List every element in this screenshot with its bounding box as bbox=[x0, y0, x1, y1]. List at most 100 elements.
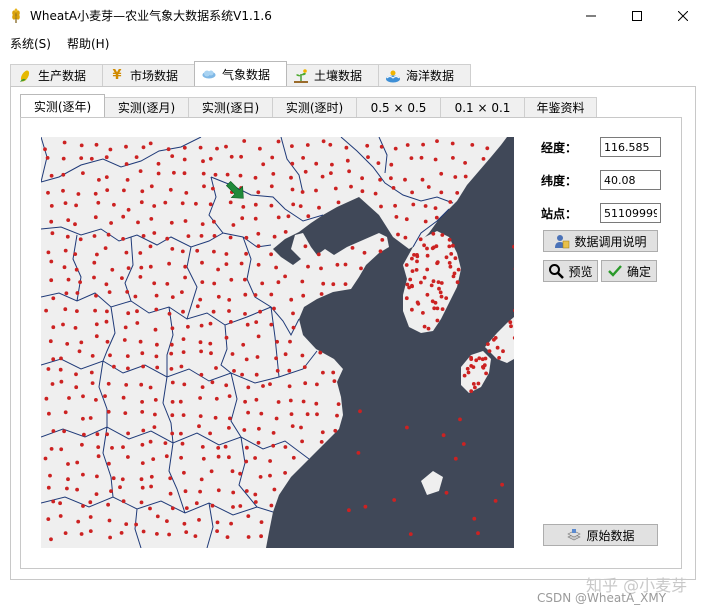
station-marker[interactable] bbox=[419, 155, 424, 160]
station-marker[interactable] bbox=[229, 320, 233, 324]
station-marker[interactable] bbox=[415, 259, 419, 264]
station-marker[interactable] bbox=[49, 173, 54, 178]
station-marker[interactable] bbox=[89, 156, 94, 161]
station-marker[interactable] bbox=[138, 169, 143, 173]
station-marker[interactable] bbox=[213, 172, 218, 177]
station-marker[interactable] bbox=[112, 364, 116, 369]
station-marker[interactable] bbox=[242, 428, 247, 432]
station-marker[interactable] bbox=[303, 169, 308, 174]
station-marker[interactable] bbox=[223, 444, 228, 449]
station-marker[interactable] bbox=[403, 235, 408, 240]
station-marker[interactable] bbox=[140, 351, 145, 356]
station-marker[interactable] bbox=[319, 266, 323, 271]
station-marker[interactable] bbox=[118, 485, 122, 490]
station-marker[interactable] bbox=[149, 484, 153, 489]
station-marker[interactable] bbox=[288, 398, 293, 403]
station-marker[interactable] bbox=[270, 155, 275, 160]
station-marker[interactable] bbox=[301, 399, 306, 404]
station-marker[interactable] bbox=[405, 425, 409, 430]
station-marker[interactable] bbox=[179, 455, 184, 460]
station-marker[interactable] bbox=[271, 443, 276, 448]
station-marker[interactable] bbox=[49, 219, 54, 224]
station-marker[interactable] bbox=[283, 445, 288, 449]
station-marker[interactable] bbox=[78, 280, 82, 284]
station-marker[interactable] bbox=[76, 519, 81, 524]
station-marker[interactable] bbox=[51, 325, 56, 330]
tab-grid-05[interactable]: 0.5 × 0.5 bbox=[356, 97, 441, 117]
station-marker[interactable] bbox=[253, 216, 258, 221]
station-marker[interactable] bbox=[435, 318, 440, 323]
station-marker[interactable] bbox=[420, 177, 425, 182]
station-marker[interactable] bbox=[183, 275, 188, 280]
station-marker[interactable] bbox=[436, 280, 441, 284]
station-marker[interactable] bbox=[393, 203, 397, 208]
station-marker[interactable] bbox=[166, 147, 171, 152]
station-marker[interactable] bbox=[253, 456, 257, 460]
station-marker[interactable] bbox=[239, 261, 244, 266]
station-marker[interactable] bbox=[447, 244, 452, 249]
station-marker[interactable] bbox=[269, 252, 273, 257]
station-marker[interactable] bbox=[140, 485, 145, 490]
station-marker[interactable] bbox=[238, 173, 243, 178]
station-marker[interactable] bbox=[140, 400, 144, 404]
station-marker[interactable] bbox=[362, 250, 367, 255]
station-marker[interactable] bbox=[366, 155, 370, 159]
tab-daily[interactable]: 实测(逐日) bbox=[188, 97, 273, 117]
station-marker[interactable] bbox=[246, 514, 251, 518]
station-marker[interactable] bbox=[256, 231, 261, 236]
station-marker[interactable] bbox=[216, 446, 221, 450]
station-marker[interactable] bbox=[224, 335, 229, 340]
station-marker[interactable] bbox=[287, 384, 292, 389]
station-marker[interactable] bbox=[300, 439, 304, 444]
station-marker[interactable] bbox=[195, 304, 200, 309]
tab-hourly[interactable]: 实测(逐时) bbox=[272, 97, 357, 117]
station-marker[interactable] bbox=[410, 269, 415, 273]
station-marker[interactable] bbox=[199, 477, 204, 482]
station-marker[interactable] bbox=[306, 214, 311, 219]
station-marker[interactable] bbox=[495, 345, 500, 350]
station-marker[interactable] bbox=[63, 531, 68, 535]
station-marker[interactable] bbox=[170, 413, 175, 418]
station-marker[interactable] bbox=[403, 177, 407, 182]
station-marker[interactable] bbox=[271, 172, 276, 176]
station-marker[interactable] bbox=[95, 252, 99, 257]
station-marker[interactable] bbox=[165, 519, 169, 523]
station-marker[interactable] bbox=[94, 398, 98, 402]
station-map-canvas[interactable] bbox=[41, 137, 514, 548]
station-marker[interactable] bbox=[283, 352, 288, 357]
station-marker[interactable] bbox=[224, 144, 228, 149]
station-marker[interactable] bbox=[75, 309, 79, 313]
station-marker[interactable] bbox=[95, 432, 100, 437]
station-marker[interactable] bbox=[179, 364, 184, 369]
station-marker[interactable] bbox=[74, 267, 79, 272]
raw-data-button[interactable]: 原始数据 bbox=[543, 524, 658, 546]
station-marker[interactable] bbox=[314, 401, 319, 406]
station-marker[interactable] bbox=[500, 482, 504, 487]
latitude-input[interactable] bbox=[600, 170, 661, 190]
station-marker[interactable] bbox=[88, 529, 93, 533]
station-marker[interactable] bbox=[410, 256, 414, 261]
station-marker[interactable] bbox=[376, 161, 381, 165]
station-marker[interactable] bbox=[184, 530, 189, 534]
station-marker[interactable] bbox=[103, 394, 107, 398]
station-marker[interactable] bbox=[283, 230, 288, 234]
station-marker[interactable] bbox=[315, 382, 319, 387]
station-marker[interactable] bbox=[155, 514, 160, 519]
station-marker[interactable] bbox=[393, 146, 398, 151]
station-marker[interactable] bbox=[59, 379, 64, 384]
station-marker[interactable] bbox=[439, 190, 444, 195]
station-marker[interactable] bbox=[182, 171, 187, 176]
station-marker[interactable] bbox=[208, 431, 213, 436]
station-marker[interactable] bbox=[148, 244, 153, 249]
station-marker[interactable] bbox=[200, 222, 205, 226]
station-marker[interactable] bbox=[124, 383, 129, 387]
station-marker[interactable] bbox=[472, 516, 477, 521]
station-marker[interactable] bbox=[275, 339, 279, 344]
station-marker[interactable] bbox=[314, 161, 319, 166]
station-marker[interactable] bbox=[198, 396, 203, 400]
station-marker[interactable] bbox=[299, 425, 303, 430]
station-marker[interactable] bbox=[244, 235, 249, 240]
station-marker[interactable] bbox=[228, 200, 233, 205]
station-marker[interactable] bbox=[112, 202, 116, 207]
station-marker[interactable] bbox=[439, 294, 444, 299]
